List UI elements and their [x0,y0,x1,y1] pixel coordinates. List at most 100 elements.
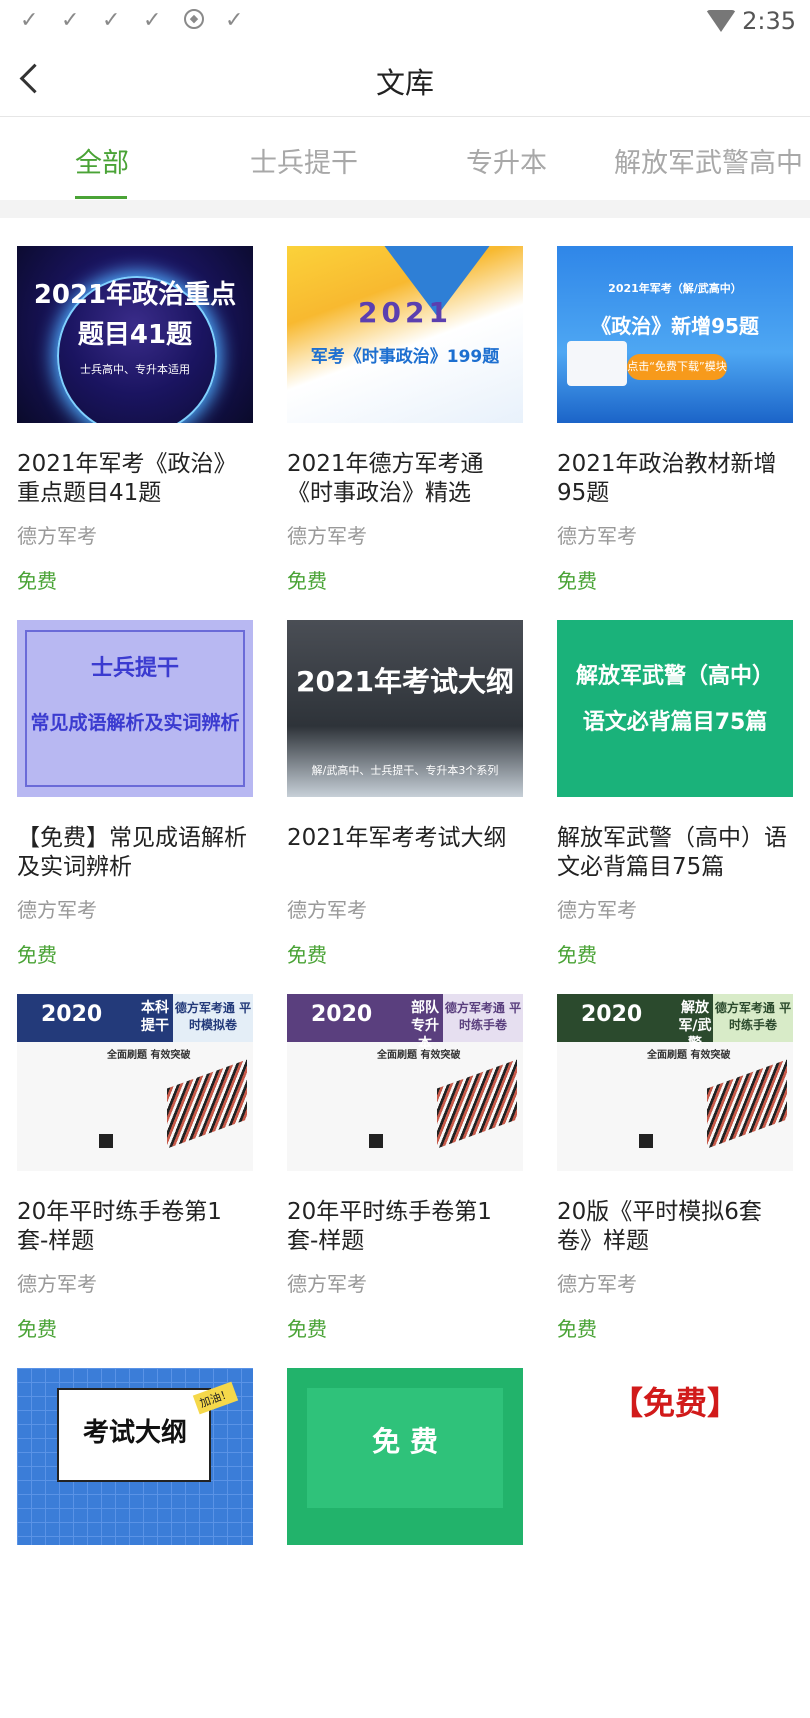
tab-upgrade-bachelor[interactable]: 专升本 [466,141,547,180]
doc-cover-image: 2021年军考（解/武高中） 《政治》新增95题 点击“免费下载”模块 [557,246,793,423]
cover-text: 《政治》新增95题 [591,314,759,338]
wifi-icon [706,10,736,32]
cover-text: 【免费】 [610,1384,739,1422]
doc-card[interactable]: 2021年政治重点 题目41题 士兵高中、专升本适用 2021年军考《政治》重点… [17,246,253,596]
doc-price: 免费 [287,1317,327,1341]
cover-text: 士兵高中、专升本适用 [80,363,190,376]
page-title: 文库 [375,66,434,100]
doc-price: 免费 [557,943,597,967]
cover-text: 2021年考试大纲 [296,665,514,698]
cover-text: 点击“免费下载”模块 [627,354,727,380]
doc-author: 德方军考 [17,524,97,548]
doc-title: 20年平时练手卷第1套-样题 [17,1199,222,1254]
doc-title: 2021年军考考试大纲 [287,825,507,851]
section-divider [0,200,810,218]
cover-text: 军考《时事政治》199题 [310,347,500,367]
app-header: 文库 [0,44,810,117]
cover-text: 题目41题 [77,320,193,350]
cover-text: 全面刷题 有效突破 [107,1050,191,1061]
cover-text: 德方军考通 平时练手卷 [714,1001,792,1032]
qr-code-icon [99,1134,113,1148]
doc-card[interactable]: 【免费】 [557,1368,793,1718]
cover-text: 德方军考通 平时模拟卷 [174,1001,252,1032]
cover-text: 语文必背篇目75篇 [582,710,768,735]
cover-text: 2020 [311,1002,373,1027]
doc-price: 免费 [287,569,327,593]
tab-all[interactable]: 全部 [75,141,129,180]
doc-title: 2021年德方军考通《时事政治》精选 [287,451,484,506]
cover-text: 免 费 [372,1425,438,1458]
cover-text: 解放军/武警 [678,1000,712,1052]
cover-text: 考试大纲 [82,1418,187,1448]
doc-author: 德方军考 [287,1272,367,1296]
doc-card[interactable]: 2021年考试大纲 解/武高中、士兵提干、专升本3个系列 2021年军考考试大纲… [287,620,523,970]
doc-title: 【免费】常见成语解析及实词辨析 [17,825,247,880]
cover-text: 2021年政治重点 [33,280,237,310]
doc-card[interactable]: 2020 部队专升本 德方军考通 平时练手卷 全面刷题 有效突破 20年平时练手… [287,994,523,1344]
doc-cover-image: 2020 部队专升本 德方军考通 平时练手卷 全面刷题 有效突破 [287,994,523,1171]
cover-text: 全面刷题 有效突破 [377,1050,461,1061]
doc-card[interactable]: 解放军武警（高中） 语文必背篇目75篇 解放军武警（高中）语文必背篇目75篇 德… [557,620,793,970]
cover-text: 解/武高中、士兵提干、专升本3个系列 [311,764,499,777]
check-icon: ✓ [20,8,39,33]
cover-text: 常见成语解析及实词辨析 [30,712,240,734]
doc-price: 免费 [557,569,597,593]
check-icon: ✓ [143,8,162,33]
doc-author: 德方军考 [17,898,97,922]
check-icon: ✓ [225,8,244,33]
doc-card[interactable]: 免 费 [287,1368,523,1718]
tab-soldier-promotion[interactable]: 士兵提干 [250,141,358,180]
tab-pla-police-highschool[interactable]: 解放军武警高中 [614,141,803,180]
cover-text: 2021 [358,296,452,329]
doc-price: 免费 [17,943,57,967]
doc-card[interactable]: 2020 本科提干 德方军考通 平时模拟卷 全面刷题 有效突破 20年平时练手卷… [17,994,253,1344]
cover-text: 2020 [581,1002,643,1027]
doc-price: 免费 [17,569,57,593]
doc-price: 免费 [17,1317,57,1341]
doc-cover-image: 免 费 [287,1368,523,1545]
doc-cover-image: 2021年政治重点 题目41题 士兵高中、专升本适用 [17,246,253,423]
cover-text: 部队专升本 [411,1000,439,1052]
cover-text: 士兵提干 [90,656,179,681]
category-tabs: 全部 士兵提干 专升本 解放军武警高中 [0,117,810,200]
doc-author: 德方军考 [287,524,367,548]
status-time: 2:35 [742,7,796,35]
doc-title: 20版《平时模拟6套卷》样题 [557,1199,762,1254]
cover-text: 全面刷题 有效突破 [647,1050,731,1061]
doc-author: 德方军考 [557,898,637,922]
cover-text: 解放军武警（高中） [575,664,774,689]
doc-author: 德方军考 [557,1272,637,1296]
qr-code-icon [369,1134,383,1148]
doc-cover-image: 解放军武警（高中） 语文必背篇目75篇 [557,620,793,797]
doc-price: 免费 [557,1317,597,1341]
doc-title: 2021年军考《政治》重点题目41题 [17,451,237,506]
doc-card[interactable]: 2020 解放军/武警 德方军考通 平时练手卷 全面刷题 有效突破 20版《平时… [557,994,793,1344]
doc-author: 德方军考 [287,898,367,922]
status-bar: ✓ ✓ ✓ ✓ ◆ ✓ 2:35 [0,0,810,44]
doc-cover-image: 2021 军考《时事政治》199题 [287,246,523,423]
doc-card[interactable]: 2021年军考（解/武高中） 《政治》新增95题 点击“免费下载”模块 2021… [557,246,793,596]
cover-text: 加油！ [192,1381,239,1415]
doc-author: 德方军考 [557,524,637,548]
active-tab-indicator [75,196,127,199]
doc-card[interactable]: 2021 军考《时事政治》199题 2021年德方军考通《时事政治》精选 德方军… [287,246,523,596]
doc-card[interactable]: 考试大纲 加油！ [17,1368,253,1718]
doc-title: 20年平时练手卷第1套-样题 [287,1199,492,1254]
doc-title: 2021年政治教材新增95题 [557,451,777,506]
doc-cover-image: 考试大纲 加油！ [17,1368,253,1545]
check-icon: ✓ [102,8,121,33]
doc-card[interactable]: 士兵提干 常见成语解析及实词辨析 【免费】常见成语解析及实词辨析 德方军考 免费 [17,620,253,970]
doc-cover-image: 【免费】 [557,1368,793,1545]
doc-cover-image: 2020 本科提干 德方军考通 平时模拟卷 全面刷题 有效突破 [17,994,253,1171]
qr-code-icon [639,1134,653,1148]
cover-text: 2020 [41,1002,103,1027]
shield-icon: ◆ [184,9,204,29]
cover-text: 本科提干 [141,1000,169,1034]
cover-text: 2021年军考（解/武高中） [608,282,742,295]
check-icon: ✓ [61,8,80,33]
doc-cover-image: 2020 解放军/武警 德方军考通 平时练手卷 全面刷题 有效突破 [557,994,793,1171]
doc-cover-image: 2021年考试大纲 解/武高中、士兵提干、专升本3个系列 [287,620,523,797]
doc-author: 德方军考 [17,1272,97,1296]
doc-title: 解放军武警（高中）语文必背篇目75篇 [557,825,787,880]
doc-price: 免费 [287,943,327,967]
